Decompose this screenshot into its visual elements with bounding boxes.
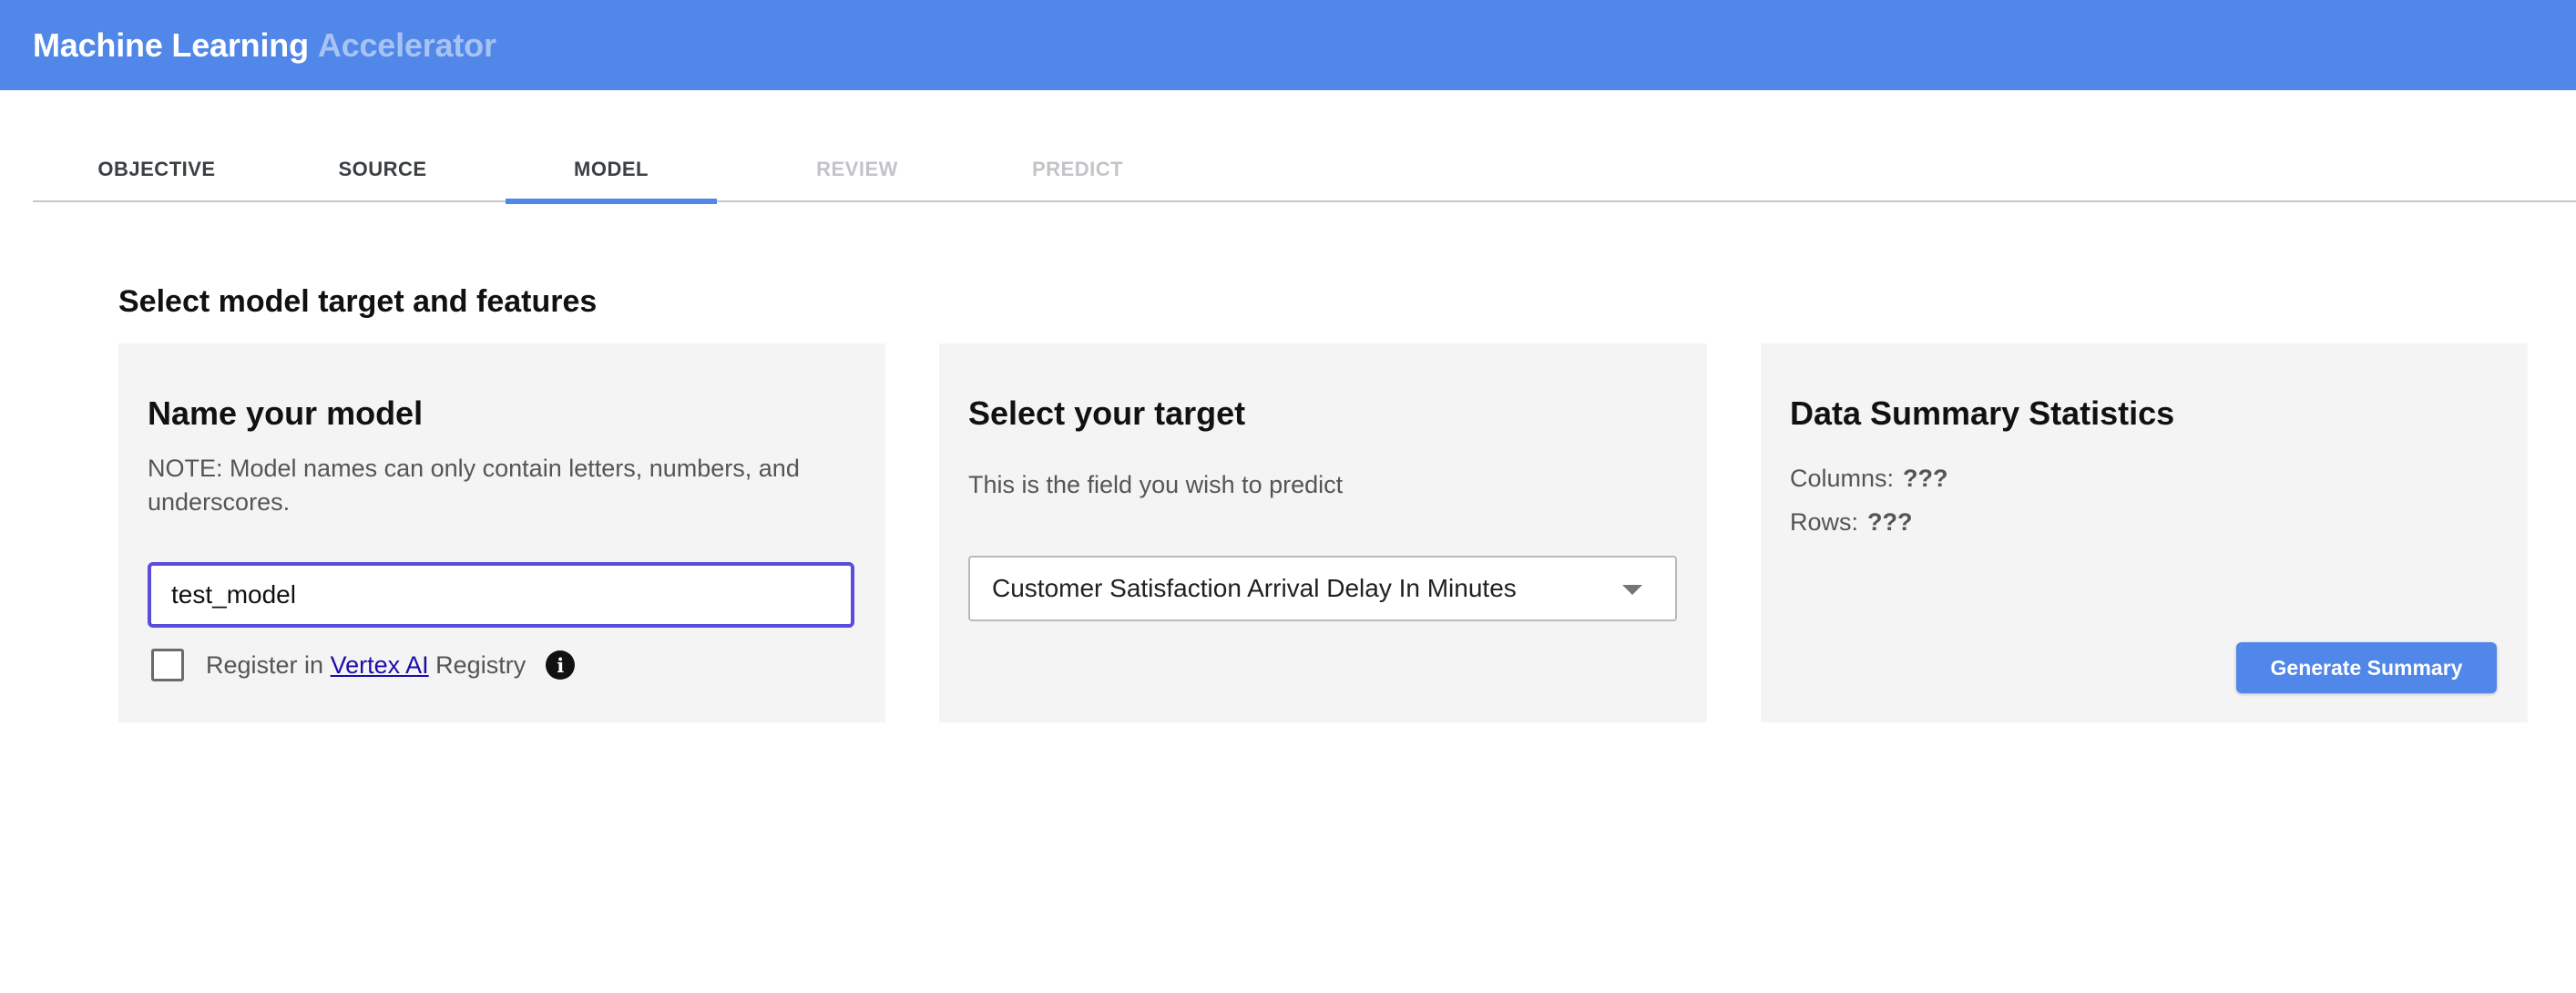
target-select-value: Customer Satisfaction Arrival Delay In M… bbox=[992, 574, 1517, 602]
chevron-down-icon bbox=[1622, 585, 1642, 595]
info-icon[interactable]: i bbox=[546, 650, 576, 680]
name-model-title: Name your model bbox=[148, 394, 424, 432]
generate-summary-button[interactable]: Generate Summary bbox=[2236, 642, 2497, 693]
select-target-card: Select your target This is the field you… bbox=[939, 343, 1707, 722]
tab-review: REVIEW bbox=[816, 158, 898, 180]
columns-label: Columns: bbox=[1790, 465, 1895, 492]
register-label: Register in Vertex AI Registry bbox=[206, 651, 526, 680]
register-prefix: Register in bbox=[206, 650, 324, 679]
name-model-card: Name your model NOTE: Model names can on… bbox=[118, 343, 885, 722]
app-subtitle: Accelerator bbox=[317, 26, 496, 64]
columns-stat: Columns:??? bbox=[1790, 465, 1948, 493]
target-description: This is the field you wish to predict bbox=[968, 471, 1344, 498]
rows-label: Rows: bbox=[1790, 508, 1859, 536]
rows-value: ??? bbox=[1867, 508, 1913, 536]
register-checkbox[interactable] bbox=[151, 649, 184, 681]
data-summary-card: Data Summary Statistics Columns:??? Rows… bbox=[1761, 343, 2528, 722]
select-target-title: Select your target bbox=[968, 394, 1246, 432]
tab-source[interactable]: SOURCE bbox=[291, 137, 474, 202]
tab-model[interactable]: MODEL bbox=[506, 137, 717, 204]
vertex-ai-link[interactable]: Vertex AI bbox=[331, 651, 429, 679]
section-title: Select model target and features bbox=[118, 284, 598, 319]
tab-predict: PREDICT bbox=[1031, 158, 1124, 180]
columns-value: ??? bbox=[1903, 465, 1948, 492]
model-name-note: NOTE: Model names can only contain lette… bbox=[148, 455, 800, 516]
data-summary-title: Data Summary Statistics bbox=[1790, 394, 2175, 432]
model-name-input[interactable] bbox=[148, 562, 854, 628]
step-tabs: OBJECTIVE SOURCE MODEL REVIEW PREDICT bbox=[33, 137, 2576, 204]
register-suffix: Registry bbox=[435, 650, 526, 679]
app-header: Machine Learning Accelerator bbox=[0, 0, 2576, 90]
tab-objective[interactable]: OBJECTIVE bbox=[66, 137, 248, 202]
register-row: Register in Vertex AI Registry i bbox=[151, 647, 576, 683]
rows-stat: Rows:??? bbox=[1790, 508, 1913, 537]
target-select[interactable]: Customer Satisfaction Arrival Delay In M… bbox=[968, 556, 1677, 621]
app-title: Machine Learning bbox=[33, 26, 309, 64]
